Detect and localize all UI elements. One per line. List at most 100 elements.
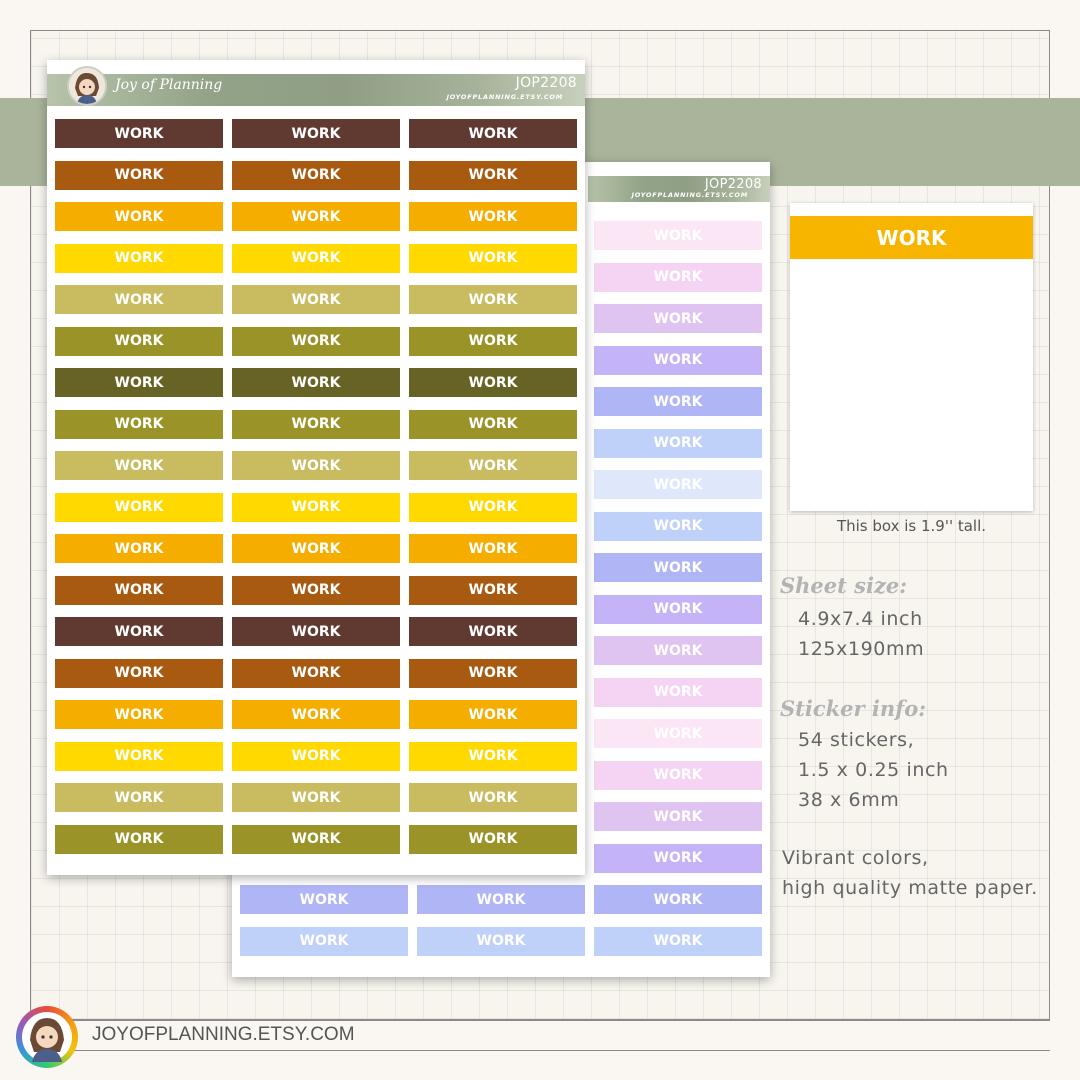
back-sticker: WORK (594, 553, 762, 582)
back-sticker: WORK (594, 885, 762, 914)
back-sheet-header: JOP2208 JOYOFPLANNING.ETSY.COM (588, 176, 770, 202)
front-sticker: WORK (232, 700, 400, 729)
front-sticker: WORK (55, 243, 223, 273)
footer-divider-top (30, 1020, 1050, 1021)
back-sticker: WORK (417, 885, 585, 914)
back-sticker: WORK (594, 428, 762, 458)
back-sticker: WORK (594, 304, 762, 333)
front-sticker: WORK (409, 783, 577, 812)
front-sticker: WORK (55, 534, 223, 563)
front-sticker: WORK (232, 326, 400, 356)
back-sticker: WORK (594, 511, 762, 541)
front-sticker: WORK (232, 368, 400, 397)
avatar-icon (67, 66, 107, 106)
front-sticker: WORK (232, 202, 400, 231)
back-sticker: WORK (594, 594, 762, 624)
brand-logo-text: Joy of Planning (115, 77, 223, 93)
size-reference-sticker: WORK (790, 216, 1033, 259)
front-sticker: WORK (232, 451, 400, 480)
back-sticker: WORK (594, 843, 762, 873)
front-sticker: WORK (232, 824, 400, 854)
sheet-size-line: 125x190mm (798, 638, 925, 660)
front-sticker-grid: WORK WORK WORK WORK WORK WORK WORK WORK WORK WORK… (55, 119, 577, 854)
front-sticker: WORK (232, 617, 400, 646)
sticker-info-line: 54 stickers, (798, 729, 915, 751)
front-sticker: WORK (55, 658, 223, 688)
back-sticker: WORK (594, 677, 762, 707)
notes-line: Vibrant colors, (782, 847, 929, 869)
front-sticker: WORK (55, 617, 223, 646)
front-sticker: WORK (232, 243, 400, 273)
front-sticker: WORK (409, 285, 577, 314)
sticker-info-line: 1.5 x 0.25 inch (798, 759, 949, 781)
front-sticker: WORK (409, 202, 577, 231)
front-sticker: WORK (232, 492, 400, 522)
front-sticker: WORK (55, 285, 223, 314)
front-sticker: WORK (409, 160, 577, 190)
front-sticker: WORK (409, 368, 577, 397)
back-sheet-url: JOYOFPLANNING.ETSY.COM (631, 191, 748, 199)
front-sticker: WORK (409, 326, 577, 356)
front-sticker: WORK (55, 824, 223, 854)
front-sticker: WORK (232, 409, 400, 439)
front-sticker: WORK (232, 741, 400, 771)
sticker-info-line: 38 x 6mm (798, 789, 900, 811)
back-sticker: WORK (594, 345, 762, 375)
front-sticker: WORK (55, 492, 223, 522)
front-sticker: WORK (55, 326, 223, 356)
front-sticker: WORK (232, 783, 400, 812)
size-caption: This box is 1.9'' tall. (836, 517, 987, 535)
front-sticker: WORK (409, 741, 577, 771)
front-sticker: WORK (55, 575, 223, 605)
front-sticker: WORK (232, 575, 400, 605)
front-sticker: WORK (232, 119, 400, 148)
front-sticker: WORK (55, 409, 223, 439)
rainbow-avatar-icon (16, 1006, 78, 1068)
front-sticker: WORK (409, 617, 577, 646)
front-sticker: WORK (55, 783, 223, 812)
back-sheet-code: JOP2208 (704, 177, 762, 192)
front-sticker: WORK (55, 368, 223, 397)
front-sticker: WORK (55, 741, 223, 771)
front-sticker: WORK (409, 119, 577, 148)
back-sticker: WORK (594, 470, 762, 499)
footer-divider-bottom (30, 1050, 1050, 1051)
sticker-info-heading: Sticker info: (780, 696, 926, 721)
back-sticker: WORK (594, 262, 762, 292)
front-sheet-code: JOP2208 (515, 75, 577, 91)
back-sticker: WORK (594, 760, 762, 790)
back-sticker: WORK (594, 387, 762, 416)
sheet-size-line: 4.9x7.4 inch (798, 608, 923, 630)
front-sticker: WORK (409, 700, 577, 729)
front-sticker: WORK (55, 202, 223, 231)
front-sticker: WORK (409, 243, 577, 273)
front-sticker: WORK (409, 824, 577, 854)
back-sticker: WORK (594, 926, 762, 956)
front-sheet-header: Joy of Planning JOP2208 JOYOFPLANNING.ET… (47, 66, 585, 106)
front-sheet-url: JOYOFPLANNING.ETSY.COM (446, 93, 563, 101)
front-sticker: WORK (409, 492, 577, 522)
front-sticker: WORK (55, 451, 223, 480)
back-sticker: WORK (240, 885, 408, 914)
front-sticker: WORK (409, 534, 577, 563)
back-sticker: WORK (594, 636, 762, 665)
front-sticker: WORK (409, 658, 577, 688)
back-sticker: WORK (417, 926, 585, 956)
front-sticker: WORK (55, 700, 223, 729)
footer-shop-url[interactable]: JOYOFPLANNING.ETSY.COM (92, 1024, 355, 1046)
front-sticker: WORK (409, 409, 577, 439)
front-sticker-sheet: Joy of Planning JOP2208 JOYOFPLANNING.ET… (47, 60, 585, 875)
front-sticker: WORK (232, 658, 400, 688)
front-sticker: WORK (232, 534, 400, 563)
size-reference-box: WORK (790, 203, 1033, 511)
front-sticker: WORK (409, 575, 577, 605)
front-sticker: WORK (55, 119, 223, 148)
back-sticker: WORK (594, 802, 762, 831)
notes-line: high quality matte paper. (782, 877, 1038, 899)
back-sticker: WORK (240, 926, 408, 956)
front-sticker: WORK (409, 451, 577, 480)
front-sticker: WORK (55, 160, 223, 190)
back-sticker: WORK (594, 719, 762, 748)
back-sticker: WORK (594, 221, 762, 250)
front-sticker: WORK (232, 285, 400, 314)
